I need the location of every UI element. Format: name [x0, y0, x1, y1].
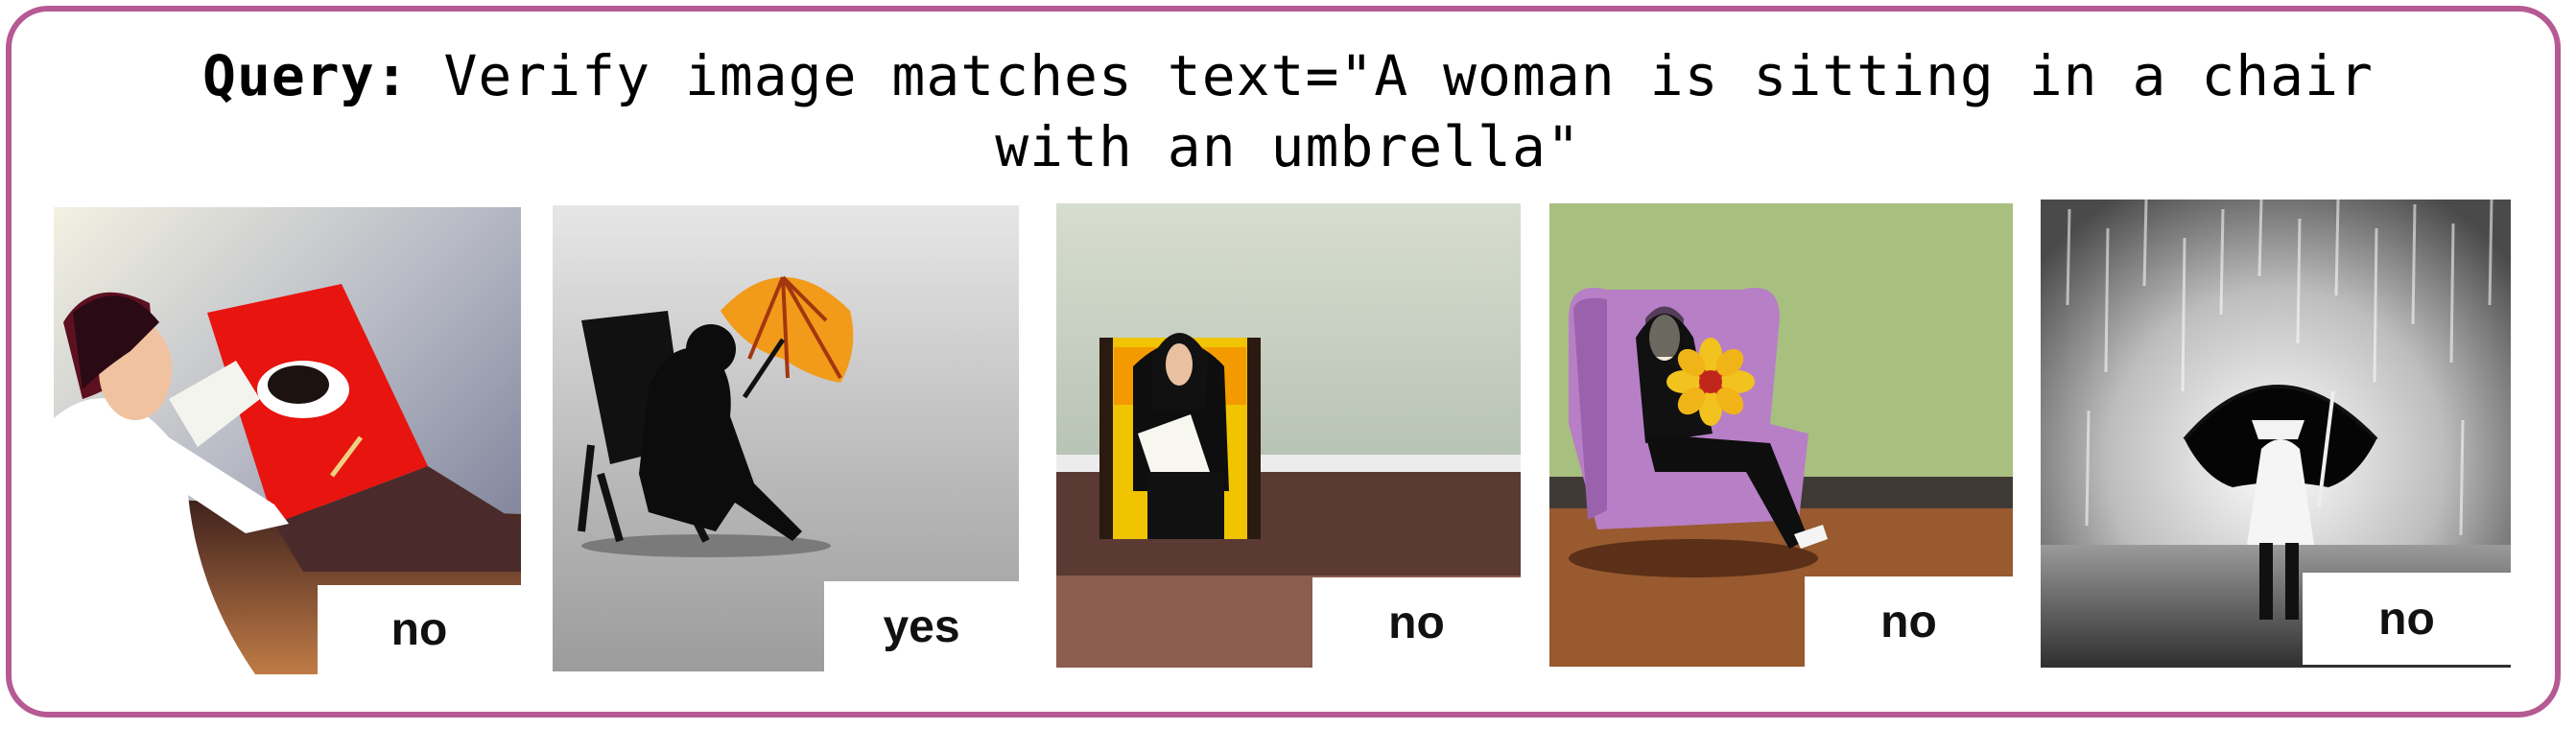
image-panel-1: no — [54, 207, 521, 674]
answer-label-2: yes — [824, 581, 1019, 671]
answer-label-5: no — [2303, 573, 2511, 665]
image-panel-3: no — [1056, 203, 1521, 668]
image-panel-4: no — [1549, 203, 2013, 667]
answer-label-4: no — [1805, 576, 2013, 667]
image-panel-2: yes — [553, 205, 1019, 671]
query-prefix: Query: — [202, 43, 410, 108]
answer-label-1: no — [318, 585, 521, 674]
image-panel-5: no — [2041, 200, 2511, 668]
query-text: Query: Verify image matches text="A woma… — [77, 40, 2499, 182]
query-line-2: with an umbrella" — [995, 114, 1581, 179]
answer-label-3: no — [1312, 577, 1521, 668]
query-line-1: Verify image matches text="A woman is si… — [409, 43, 2374, 108]
